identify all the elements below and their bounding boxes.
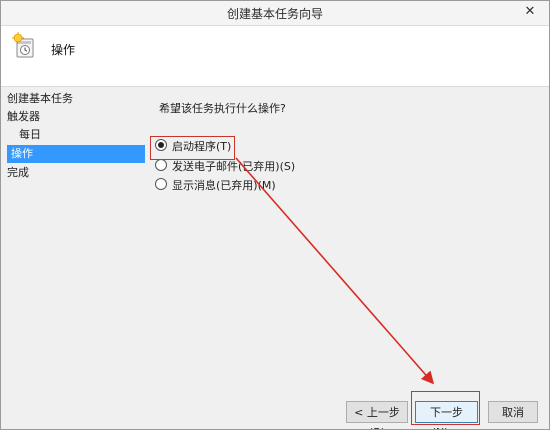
- window-title: 创建基本任务向导: [226, 7, 323, 21]
- sidebar-item-finish[interactable]: 完成: [7, 164, 145, 182]
- sidebar-item-action[interactable]: 操作: [7, 145, 145, 163]
- cancel-button[interactable]: 取消: [488, 401, 538, 423]
- radio-label-display-message: 显示消息(已弃用)(M): [172, 179, 276, 192]
- close-icon[interactable]: ✕: [519, 2, 541, 22]
- radio-label-send-email: 发送电子邮件(已弃用)(S): [172, 160, 296, 173]
- wizard-window: 创建基本任务向导 ✕ 操作 创建基本任务 触发器 每日 操作 完成 希望该任务执…: [0, 0, 550, 430]
- task-scheduler-icon: [12, 32, 34, 58]
- wizard-steps-sidebar: 创建基本任务 触发器 每日 操作 完成: [1, 87, 149, 429]
- radio-display-message[interactable]: 显示消息(已弃用)(M): [155, 177, 276, 195]
- radio-label-start-program: 启动程序(T): [172, 140, 232, 153]
- page-title: 操作: [51, 43, 76, 57]
- radio-start-program[interactable]: 启动程序(T): [155, 138, 231, 156]
- radio-button-selected[interactable]: [155, 139, 167, 151]
- next-button[interactable]: 下一步(N) >: [415, 401, 478, 429]
- wizard-header: 操作: [1, 26, 549, 87]
- sidebar-item-create-basic-task[interactable]: 创建基本任务: [7, 90, 145, 108]
- back-button[interactable]: < 上一步(B): [346, 401, 408, 429]
- title-bar: 创建基本任务向导 ✕: [1, 1, 549, 26]
- radio-send-email[interactable]: 发送电子邮件(已弃用)(S): [155, 158, 295, 176]
- radio-button[interactable]: [155, 178, 167, 190]
- radio-button[interactable]: [155, 159, 167, 171]
- question-label: 希望该任务执行什么操作?: [159, 102, 286, 115]
- sidebar-item-trigger[interactable]: 触发器: [7, 108, 145, 126]
- wizard-content: 希望该任务执行什么操作? 启动程序(T) 发送电子邮件(已弃用)(S) 显示消息…: [149, 87, 549, 391]
- sidebar-item-daily[interactable]: 每日: [19, 126, 145, 144]
